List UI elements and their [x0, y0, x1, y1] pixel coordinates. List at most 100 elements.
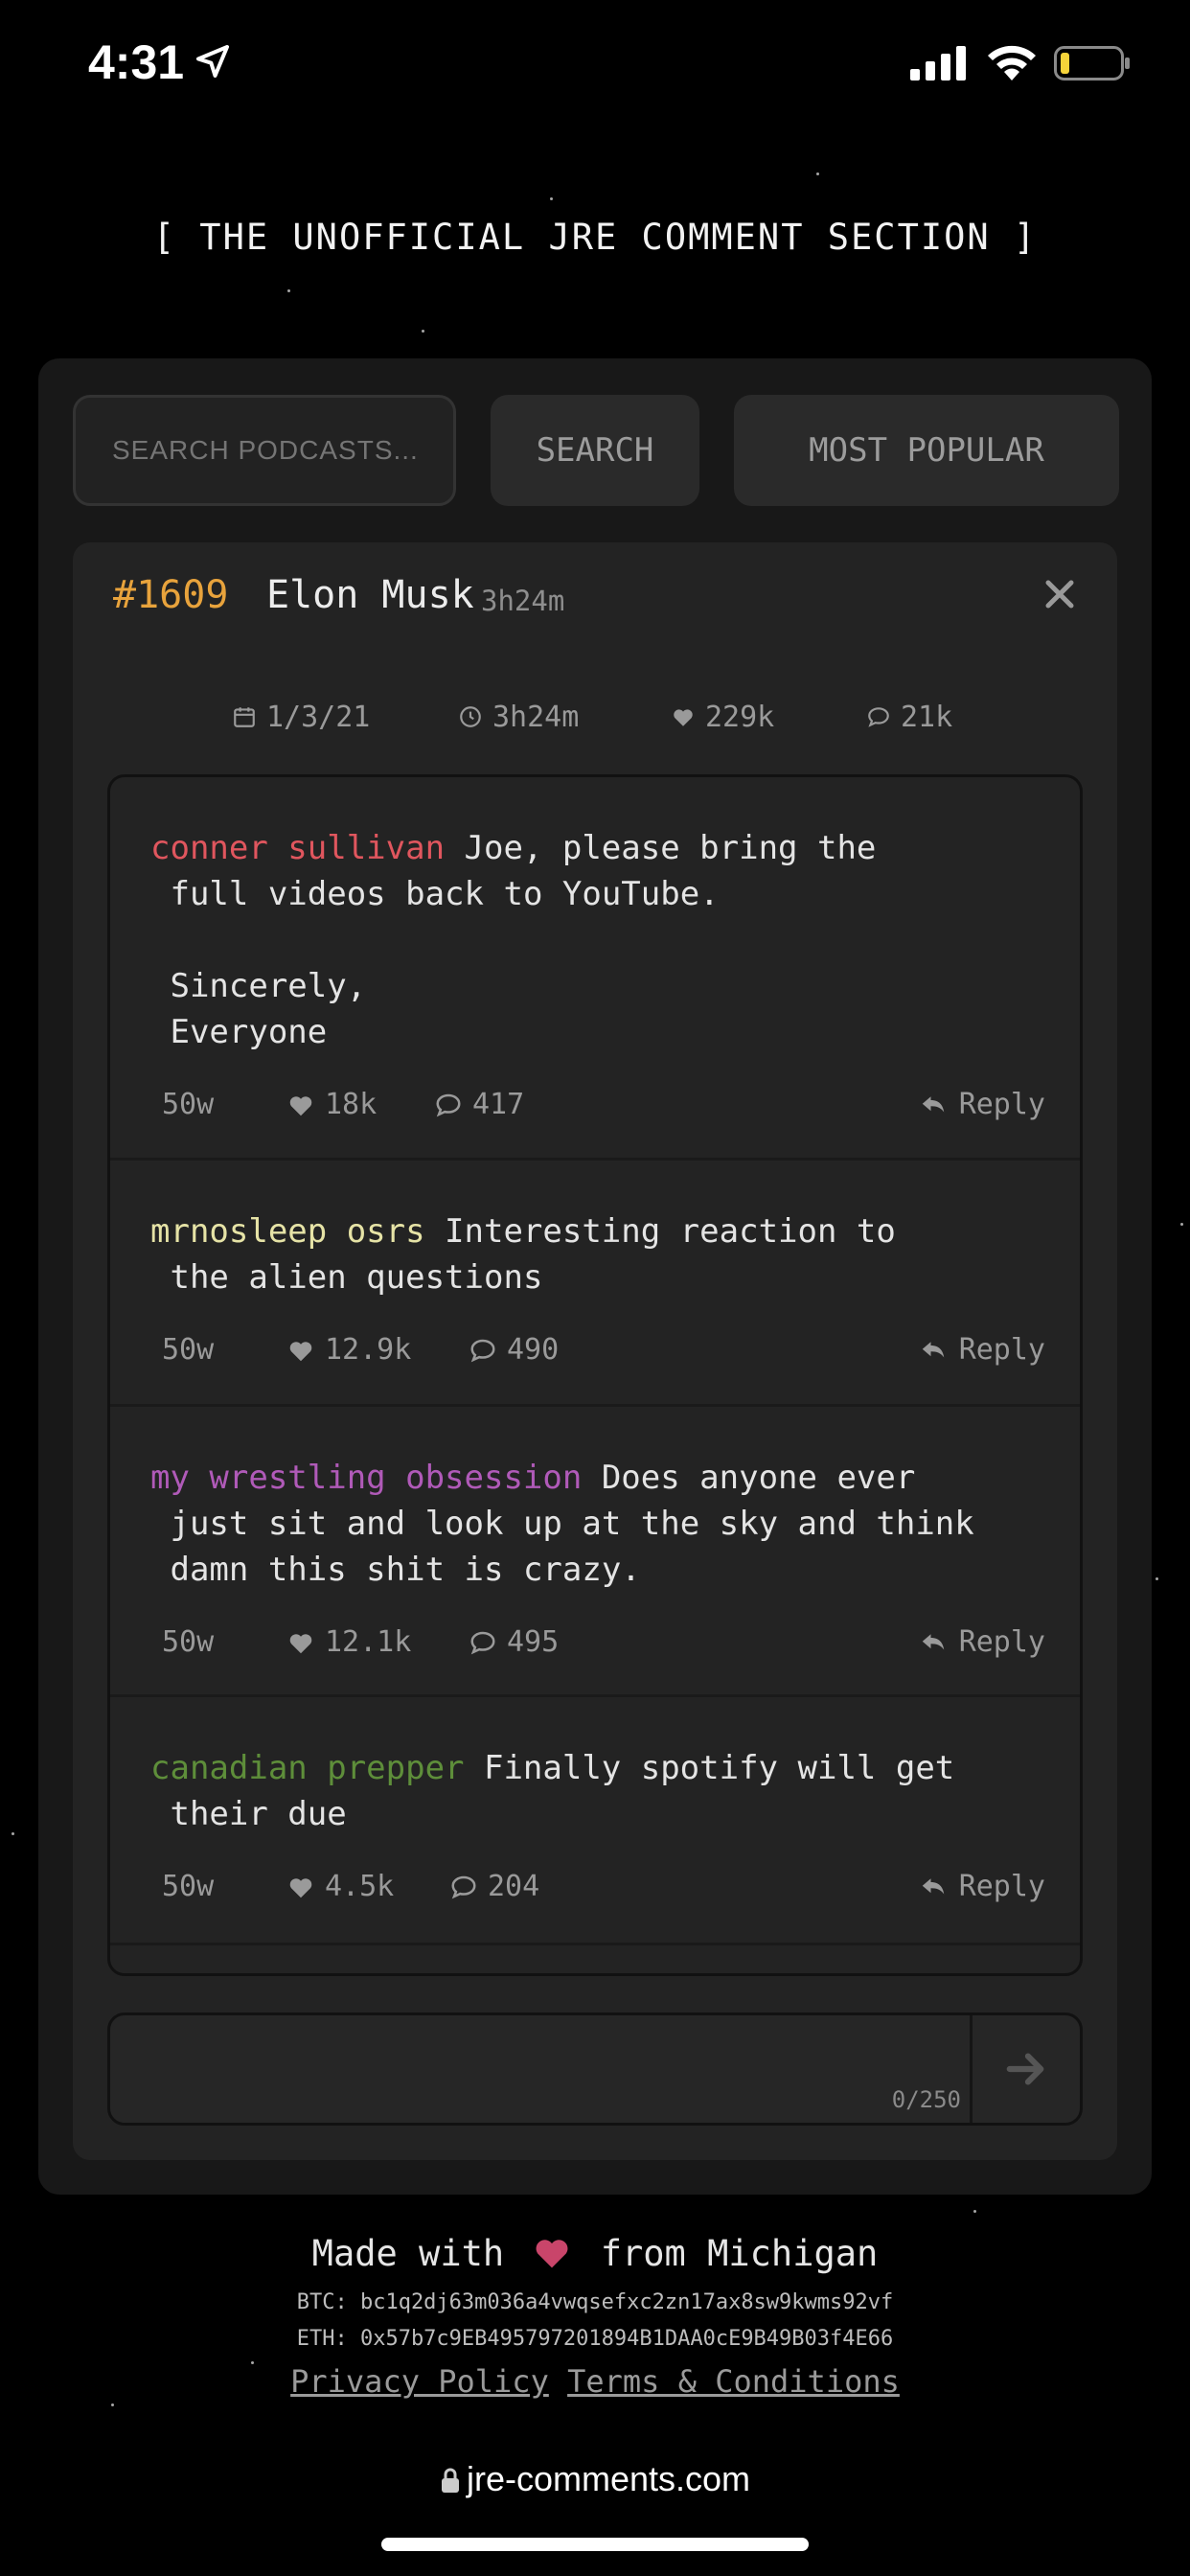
- stat-comments: 21k: [866, 698, 952, 736]
- comment-reply-count: 490: [507, 1333, 560, 1367]
- comment-like-button[interactable]: 12.9k: [286, 1333, 411, 1367]
- comment-body: my wrestling obsession Does anyone ever …: [150, 1455, 1041, 1593]
- heart-icon: [289, 1341, 312, 1361]
- stat-likes-value: 229k: [705, 700, 775, 734]
- comment-like-button[interactable]: 4.5k: [286, 1870, 394, 1903]
- comment-likes: 12.9k: [325, 1333, 412, 1367]
- reply-button[interactable]: Reply: [919, 1625, 1045, 1659]
- calendar-icon: [234, 707, 255, 727]
- stat-date-value: 1/3/21: [266, 700, 371, 734]
- close-icon[interactable]: [1041, 575, 1079, 613]
- reply-arrow-icon: [922, 1877, 944, 1894]
- comment-likes: 4.5k: [325, 1870, 395, 1903]
- footer-made-suffix: from Michigan: [600, 2233, 879, 2274]
- comment-age: 50w: [162, 1333, 215, 1367]
- reply-label: Reply: [958, 1333, 1045, 1367]
- comment-item: mrnosleep osrs Interesting reaction to t…: [110, 1161, 1080, 1407]
- terms-link[interactable]: Terms & Conditions: [567, 2363, 900, 2400]
- reply-arrow-icon: [922, 1095, 944, 1112]
- site-title: [ THE UNOFFICIAL JRE COMMENT SECTION ]: [152, 217, 1038, 258]
- reply-label: Reply: [958, 1088, 1045, 1121]
- battery-icon: [1054, 46, 1130, 80]
- comment-author[interactable]: my wrestling obsession: [150, 1459, 582, 1497]
- episode-number: #1609: [113, 573, 229, 617]
- comment-bubble-icon: [451, 1875, 476, 1898]
- comment-meta: 50w 12.1k 495 Reply: [162, 1625, 1045, 1664]
- stat-duration-value: 3h24m: [492, 700, 580, 734]
- comment-age: 50w: [162, 1088, 215, 1121]
- comment-reply-count: 495: [507, 1625, 560, 1659]
- privacy-policy-link[interactable]: Privacy Policy: [290, 2363, 549, 2400]
- clock-icon: [460, 706, 481, 727]
- comment-body: canadian prepper Finally spotify will ge…: [150, 1745, 1041, 1837]
- comment-likes: 12.1k: [325, 1625, 412, 1659]
- heart-icon: [289, 1095, 312, 1116]
- comment-item: my wrestling obsession Does anyone ever …: [110, 1407, 1080, 1697]
- stat-date: 1/3/21: [232, 698, 370, 736]
- lock-icon: [441, 2468, 459, 2493]
- comment-item: conner sullivan Joe, please bring the fu…: [110, 777, 1080, 1161]
- comment-author[interactable]: mrnosleep osrs: [150, 1212, 425, 1251]
- comment-meta: 50w 12.9k 490 Reply: [162, 1333, 1045, 1371]
- stat-comments-value: 21k: [901, 700, 953, 734]
- comment-meta: 50w 4.5k 204 Reply: [162, 1870, 1045, 1908]
- footer-links: Privacy Policy Terms & Conditions: [0, 2363, 1190, 2400]
- reply-label: Reply: [958, 1870, 1045, 1903]
- reply-label: Reply: [958, 1625, 1045, 1659]
- comment-author[interactable]: canadian prepper: [150, 1749, 465, 1787]
- url-text: jre-comments.com: [466, 2459, 751, 2498]
- comment-body: mrnosleep osrs Interesting reaction to t…: [150, 1208, 1041, 1300]
- heart-icon: [674, 709, 693, 726]
- stat-likes: 229k: [671, 698, 774, 736]
- location-arrow-icon: [196, 45, 229, 78]
- stat-duration: 3h24m: [458, 698, 579, 736]
- comment-meta: 50w 18k 417 Reply: [162, 1088, 1045, 1126]
- comment-age: 50w: [162, 1870, 215, 1903]
- heart-icon: [289, 1633, 312, 1653]
- comment-body: conner sullivan Joe, please bring the fu…: [150, 825, 1041, 1055]
- comment-likes: 18k: [325, 1088, 378, 1121]
- reply-button[interactable]: Reply: [919, 1333, 1045, 1367]
- comment-like-button[interactable]: 18k: [286, 1088, 377, 1121]
- browser-url-bar[interactable]: jre-comments.com: [0, 2459, 1190, 2499]
- reply-button[interactable]: Reply: [919, 1088, 1045, 1121]
- search-button[interactable]: SEARCH: [491, 395, 699, 506]
- character-counter: 0/250: [891, 2086, 961, 2113]
- comment-bubble-icon: [436, 1093, 461, 1116]
- comment-item: canadian prepper Finally spotify will ge…: [110, 1697, 1080, 1945]
- comment-replies[interactable]: 204: [449, 1870, 539, 1903]
- comment-author[interactable]: conner sullivan: [150, 829, 445, 867]
- comment-bubble-icon: [470, 1631, 495, 1654]
- reply-button[interactable]: Reply: [919, 1870, 1045, 1903]
- comment-composer[interactable]: 0/250: [107, 2012, 1083, 2126]
- search-input[interactable]: [73, 395, 456, 506]
- comment-reply-count: 204: [488, 1870, 540, 1903]
- btc-address: BTC: bc1q2dj63m036a4vwqsefxc2zn17ax8sw9k…: [296, 2290, 894, 2314]
- send-button[interactable]: [973, 2015, 1080, 2123]
- cellular-signal-icon: [910, 46, 966, 80]
- home-indicator[interactable]: [381, 2538, 809, 2551]
- episode-guest: Elon Musk: [266, 573, 474, 617]
- footer-made-with: Made with from Michigan: [0, 2233, 1190, 2274]
- wifi-icon: [988, 45, 1036, 80]
- comment-age: 50w: [162, 1625, 215, 1659]
- footer-made-prefix: Made with: [311, 2233, 505, 2274]
- comment-replies[interactable]: 490: [469, 1333, 559, 1367]
- status-bar: 4:31: [0, 0, 1190, 134]
- comment-bubble-icon: [470, 1339, 495, 1362]
- reply-arrow-icon: [922, 1633, 944, 1649]
- most-popular-button[interactable]: MOST POPULAR: [734, 395, 1119, 506]
- comment-like-button[interactable]: 12.1k: [286, 1625, 411, 1659]
- episode-duration: 3h24m: [481, 585, 565, 617]
- heart-icon: [536, 2240, 568, 2268]
- comment-bubble-icon: [868, 707, 889, 727]
- heart-icon: [289, 1877, 312, 1898]
- arrow-right-icon: [1006, 2053, 1044, 2085]
- comment-list[interactable]: conner sullivan Joe, please bring the fu…: [107, 774, 1083, 1976]
- reply-arrow-icon: [922, 1341, 944, 1357]
- eth-address: ETH: 0x57b7c9EB495797201894B1DAA0cE9B49B…: [296, 2327, 894, 2351]
- status-time: 4:31: [88, 35, 185, 89]
- comment-replies[interactable]: 495: [469, 1625, 559, 1659]
- comment-replies[interactable]: 417: [434, 1088, 524, 1121]
- comment-reply-count: 417: [472, 1088, 525, 1121]
